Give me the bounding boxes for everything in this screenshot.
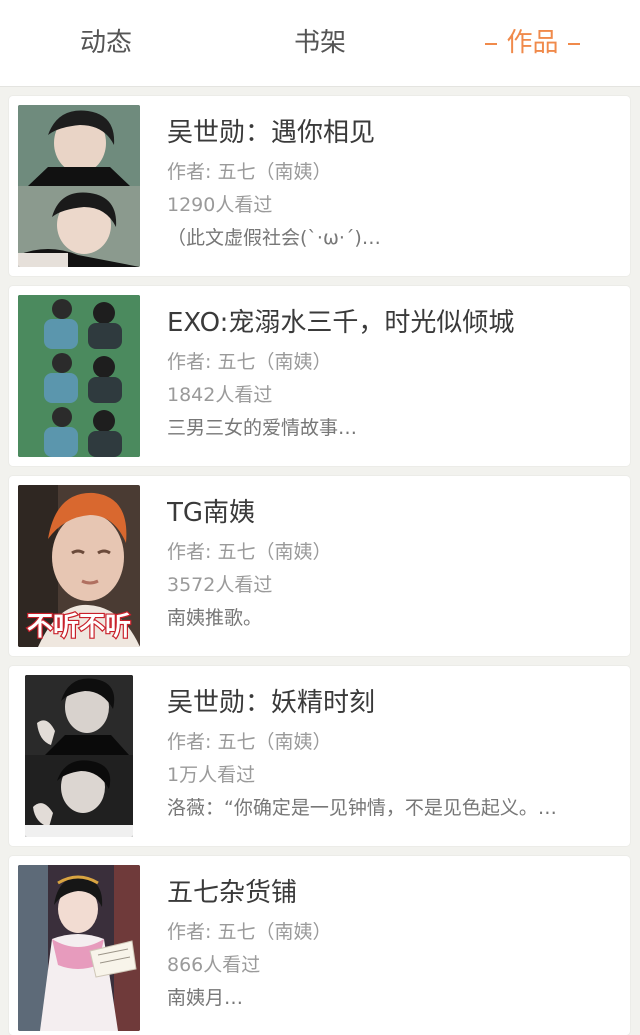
work-title: 五七杂货铺 bbox=[167, 878, 298, 908]
tab-label: 动态 bbox=[79, 28, 132, 58]
work-title: TG南姨 bbox=[167, 498, 256, 528]
work-card[interactable]: 五七杂货铺 作者: 五七（南姨） 866人看过 南姨月… bbox=[9, 856, 630, 1035]
active-tab-dash-left bbox=[485, 42, 498, 45]
work-card[interactable]: 不听不听 TG南姨 作者: 五七（南姨） 3572人看过 南姨推歌。 bbox=[9, 476, 630, 656]
tab-label: 书架 bbox=[293, 28, 346, 58]
work-card[interactable]: 吴世勋：妖精时刻 作者: 五七（南姨） 1万人看过 洛薇：“你确定是一见钟情，不… bbox=[9, 666, 630, 846]
work-author: 作者: 五七（南姨） bbox=[167, 541, 332, 563]
work-desc: 南姨月… bbox=[167, 987, 244, 1009]
work-author: 作者: 五七（南姨） bbox=[167, 161, 332, 183]
hanfu-girl-icon bbox=[18, 865, 140, 1031]
work-author: 作者: 五七（南姨） bbox=[167, 351, 332, 373]
tab-bar: 动态 书架 作品 bbox=[0, 0, 640, 87]
work-desc: 三男三女的爱情故事… bbox=[167, 417, 358, 439]
work-views: 1万人看过 bbox=[167, 764, 256, 786]
tab-dongtai[interactable]: 动态 bbox=[40, 0, 172, 86]
work-views: 1290人看过 bbox=[167, 194, 273, 216]
meme-portrait-icon: 不听不听 bbox=[18, 485, 140, 647]
tab-shujia[interactable]: 书架 bbox=[254, 0, 386, 86]
work-card[interactable]: EXO:宠溺水三千，时光似倾城 作者: 五七（南姨） 1842人看过 三男三女的… bbox=[9, 286, 630, 466]
work-author: 作者: 五七（南姨） bbox=[167, 731, 332, 753]
meme-caption: 不听不听 bbox=[27, 612, 131, 642]
work-views: 3572人看过 bbox=[167, 574, 273, 596]
work-title: EXO:宠溺水三千，时光似倾城 bbox=[167, 308, 515, 338]
work-views: 1842人看过 bbox=[167, 384, 273, 406]
couple-collage-icon bbox=[18, 295, 140, 457]
work-title: 吴世勋：遇你相见 bbox=[167, 118, 376, 148]
work-author: 作者: 五七（南姨） bbox=[167, 921, 332, 943]
work-card[interactable]: 吴世勋：遇你相见 作者: 五七（南姨） 1290人看过 （此文虚假社会(ˋ·ω·… bbox=[9, 96, 630, 276]
work-views: 866人看过 bbox=[167, 954, 261, 976]
work-title: 吴世勋：妖精时刻 bbox=[167, 688, 376, 718]
portrait-collage-icon bbox=[18, 105, 140, 267]
tab-label: 作品 bbox=[506, 28, 559, 58]
monochrome-portrait-icon bbox=[25, 675, 133, 837]
work-desc: （此文虚假社会(ˋ·ω·ˊ)… bbox=[167, 227, 381, 249]
work-desc: 洛薇：“你确定是一见钟情，不是见色起义。… bbox=[167, 797, 557, 819]
active-tab-dash-right bbox=[567, 42, 580, 45]
work-desc: 南姨推歌。 bbox=[167, 607, 263, 629]
tab-zuopin[interactable]: 作品 bbox=[465, 0, 600, 86]
